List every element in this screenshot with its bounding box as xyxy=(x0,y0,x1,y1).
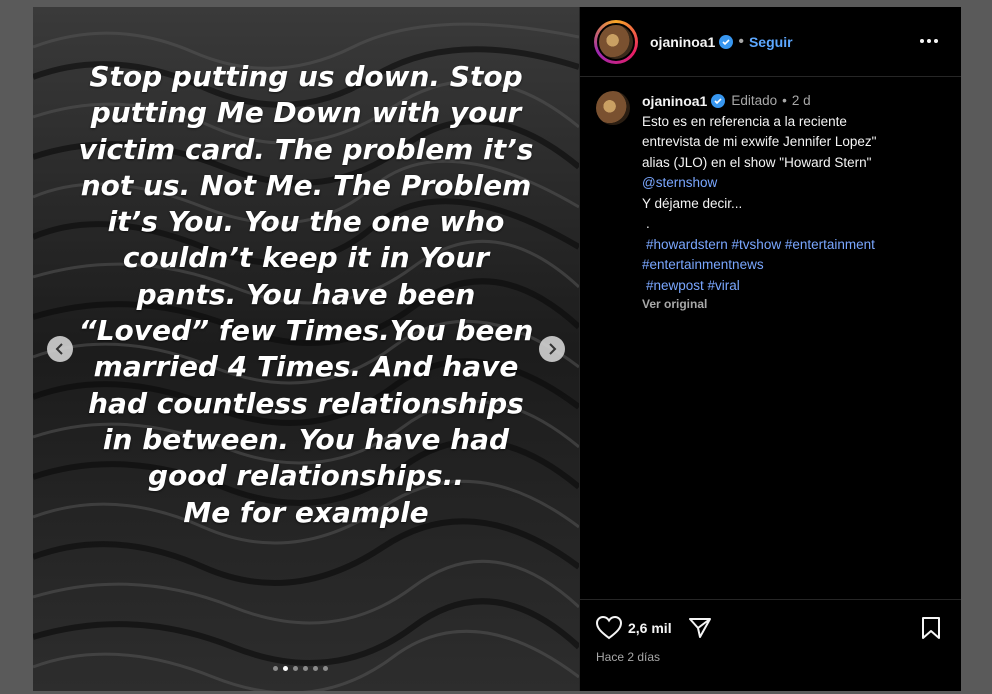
caption-avatar[interactable] xyxy=(596,91,630,125)
caption-body: ojaninoa1 Editado • 2 d Esto es en refer… xyxy=(642,91,942,315)
carousel-dot xyxy=(273,666,278,671)
post-media[interactable]: Stop putting us down. Stop putting Me Do… xyxy=(33,7,579,691)
avatar-image xyxy=(597,22,635,61)
see-original-link[interactable]: Ver original xyxy=(642,294,942,315)
like-heart-icon[interactable] xyxy=(596,616,622,640)
edited-label: Editado xyxy=(731,93,778,108)
bookmark-icon[interactable] xyxy=(921,616,941,640)
carousel-dot xyxy=(303,666,308,671)
caption-line: Esto es en referencia a la reciente xyxy=(642,113,847,129)
carousel-dot xyxy=(313,666,318,671)
caption-separator: • xyxy=(782,93,787,108)
slide-text: Stop putting us down. Stop putting Me Do… xyxy=(78,60,534,529)
caption-username[interactable]: ojaninoa1 xyxy=(642,91,707,112)
likes-count[interactable]: 2,6 mil xyxy=(628,620,672,636)
next-slide-button[interactable] xyxy=(539,336,565,362)
share-send-icon[interactable] xyxy=(688,616,712,640)
hashtag-link[interactable]: #entertainmentnews xyxy=(642,255,942,276)
caption-line: entrevista de mi exwife Jennifer Lopez" xyxy=(642,134,877,149)
header-separator: • xyxy=(738,32,744,50)
carousel-indicator xyxy=(273,666,328,671)
carousel-dot xyxy=(293,666,298,671)
hashtag-link[interactable]: #newpost #viral xyxy=(642,276,942,297)
caption-line: alias (JLO) en el show "Howard Stern" xyxy=(642,154,872,170)
caption-dot: . xyxy=(646,216,650,231)
follow-button[interactable]: Seguir xyxy=(749,34,793,50)
chevron-right-icon xyxy=(549,343,557,355)
header-username[interactable]: ojaninoa1 xyxy=(650,34,715,50)
caption: ojaninoa1 Editado • 2 d Esto es en refer… xyxy=(580,77,961,315)
post-header: ojaninoa1 • Seguir xyxy=(580,7,961,77)
avatar[interactable] xyxy=(594,19,638,64)
post-age[interactable]: 2 d xyxy=(792,91,811,112)
previous-slide-button[interactable] xyxy=(47,336,73,362)
post-footer: 2,6 mil Hace 2 días xyxy=(580,599,961,691)
verified-badge-icon xyxy=(711,94,726,109)
more-options-icon[interactable] xyxy=(919,31,939,51)
verified-badge-icon xyxy=(719,34,734,49)
post-date[interactable]: Hace 2 días xyxy=(580,640,961,664)
post-modal: Stop putting us down. Stop putting Me Do… xyxy=(33,7,961,691)
mention-link[interactable]: @sternshow xyxy=(642,173,942,194)
carousel-dot xyxy=(323,666,328,671)
hashtag-link[interactable]: #howardstern #tvshow #entertainment xyxy=(642,235,942,256)
caption-line: Y déjame decir... xyxy=(642,195,743,211)
post-sidebar: ojaninoa1 • Seguir ojaninoa1 Editado • 2… xyxy=(579,7,961,691)
chevron-left-icon xyxy=(55,343,63,355)
carousel-dot xyxy=(283,666,288,671)
